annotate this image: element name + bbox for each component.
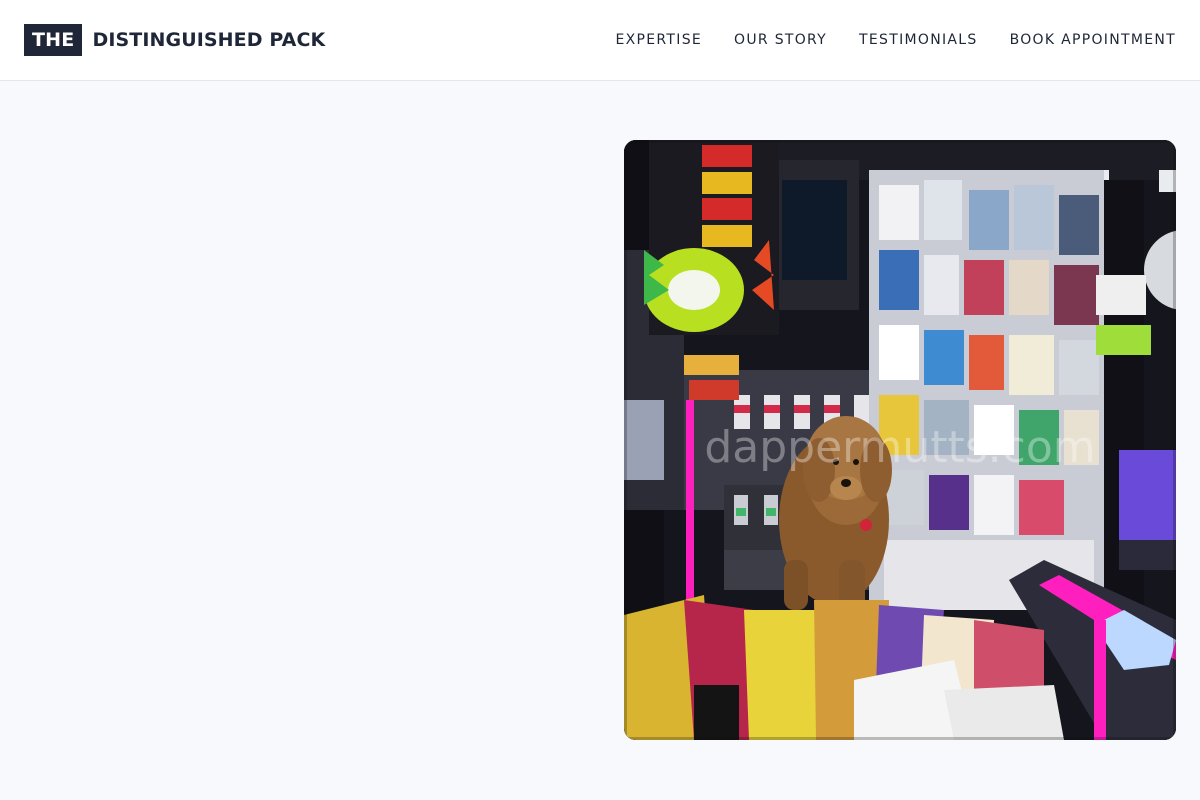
- hero-image: dappermutts.com: [624, 140, 1176, 740]
- logo-badge: THE: [24, 24, 83, 56]
- logo[interactable]: THE DISTINGUISHED PACK: [24, 24, 325, 56]
- nav-our-story[interactable]: OUR STORY: [734, 32, 827, 48]
- nav-testimonials[interactable]: TESTIMONIALS: [859, 32, 978, 48]
- watermark-text: dappermutts.com: [704, 422, 1095, 473]
- nav-book-appointment[interactable]: BOOK APPOINTMENT: [1010, 32, 1176, 48]
- nav-expertise[interactable]: EXPERTISE: [616, 32, 703, 48]
- site-header: THE DISTINGUISHED PACK EXPERTISE OUR STO…: [0, 0, 1200, 81]
- logo-text: DISTINGUISHED PACK: [92, 29, 326, 51]
- main-nav: EXPERTISE OUR STORY TESTIMONIALS BOOK AP…: [616, 0, 1177, 80]
